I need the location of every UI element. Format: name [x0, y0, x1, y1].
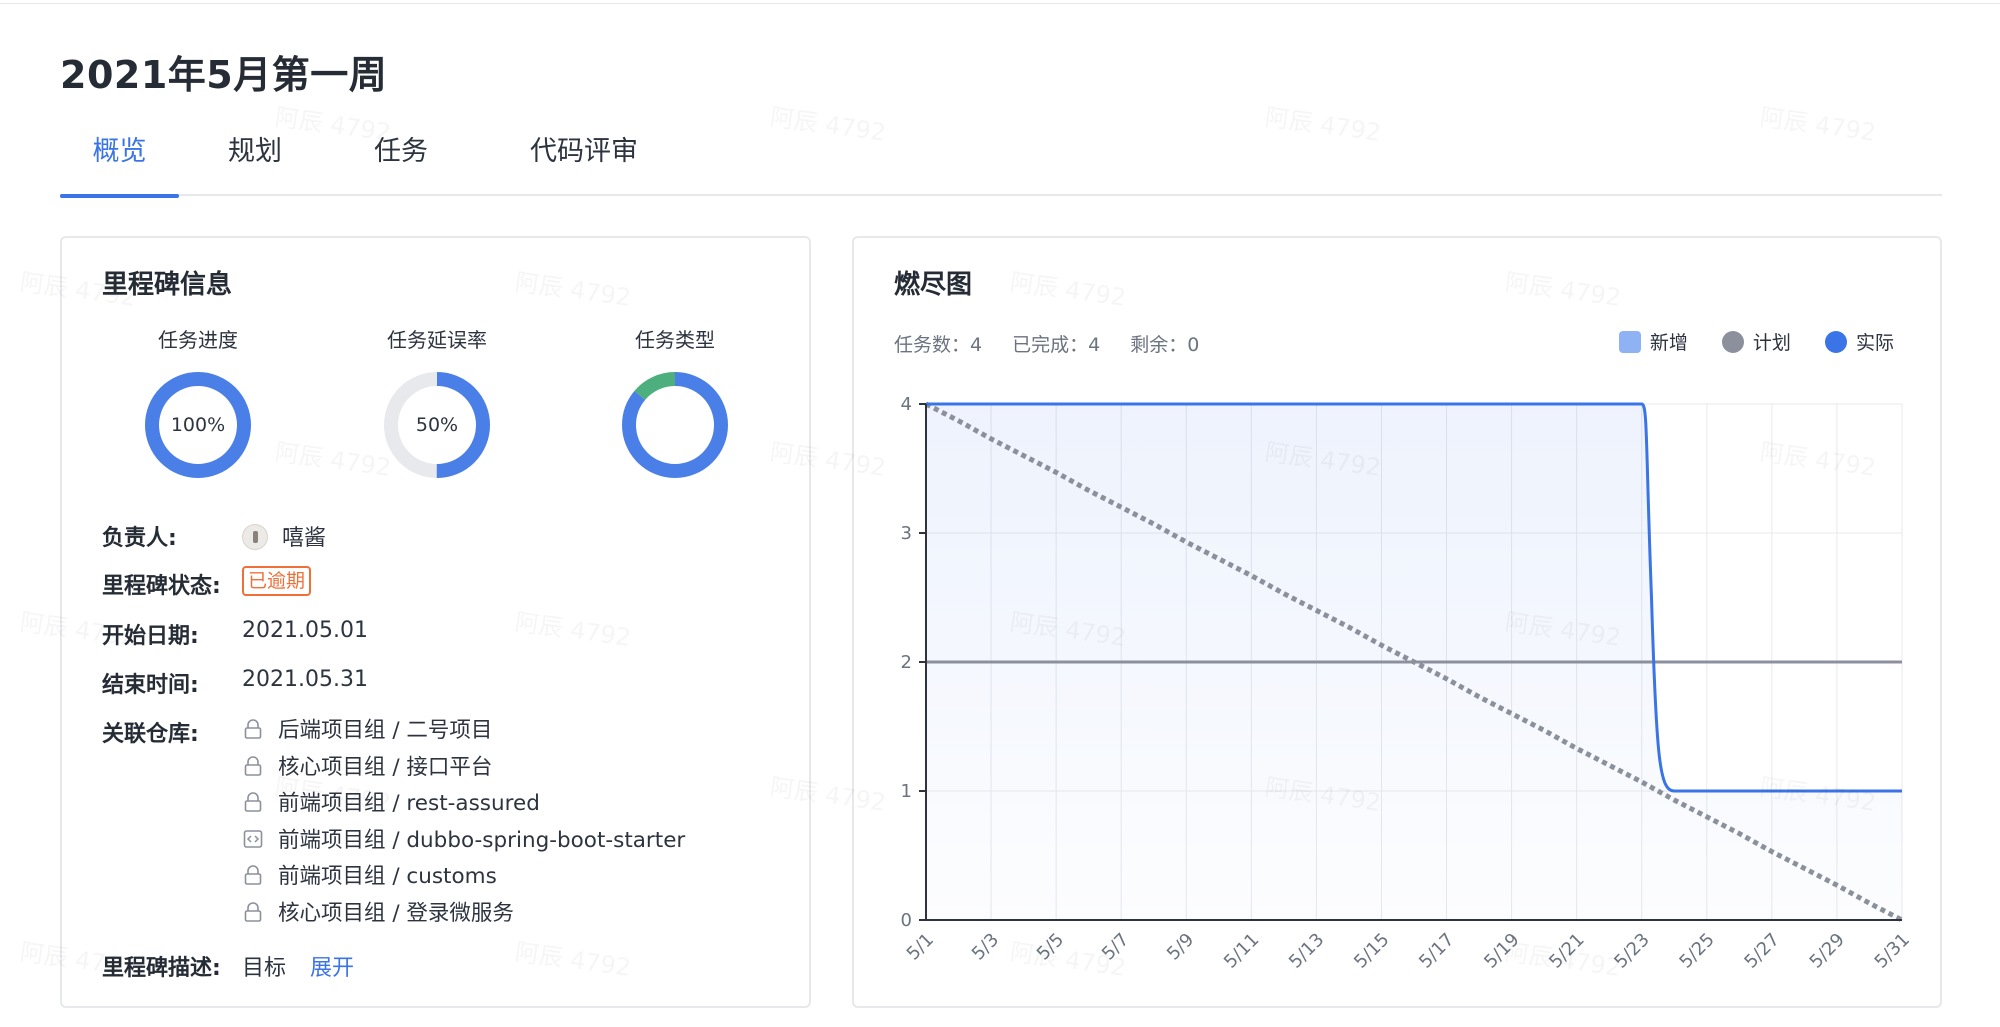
repos-label: 关联仓库: — [102, 722, 199, 747]
repo-name: 前端项目组 / dubbo-spring-boot-starter — [278, 827, 686, 853]
task-progress-block: 任务进度 100% — [98, 326, 298, 480]
end-date-value: 2021.05.31 — [242, 667, 368, 692]
x-tick-label: 5/11 — [1220, 929, 1263, 972]
end-date-label: 结束时间: — [102, 673, 199, 698]
task-type-label: 任务类型 — [635, 328, 715, 352]
x-tick-label: 5/27 — [1740, 929, 1783, 972]
repo-item[interactable]: 前端项目组 / customs — [242, 862, 685, 899]
repo-name: 前端项目组 / rest-assured — [278, 791, 540, 816]
task-type-donut — [620, 370, 730, 480]
start-date-value: 2021.05.01 — [242, 618, 368, 643]
repo-name: 核心项目组 / 登录微服务 — [278, 900, 514, 926]
x-tick-label: 5/19 — [1480, 929, 1523, 972]
task-delay-donut: 50% — [382, 370, 492, 480]
x-tick-label: 5/5 — [1033, 929, 1068, 964]
description-label: 里程碑描述: — [102, 956, 221, 981]
x-tick-label: 5/13 — [1285, 929, 1328, 972]
tab-code-review[interactable]: 代码评审 — [524, 130, 644, 196]
top-divider — [0, 3, 2000, 4]
x-tick-label: 5/7 — [1098, 929, 1133, 964]
repo-list: 后端项目组 / 二号项目 核心项目组 / 接口平台前端项目组 / rest-ass… — [242, 716, 685, 935]
repo-item[interactable]: 后端项目组 / 二号项目 — [242, 716, 685, 753]
milestone-info-title: 里程碑信息 — [102, 270, 233, 300]
task-type-block: 任务类型 — [575, 326, 775, 480]
tab-tasks[interactable]: 任务 — [366, 130, 436, 196]
y-tick-label: 3 — [901, 523, 912, 544]
y-tick-label: 4 — [901, 394, 912, 415]
task-progress-value: 100% — [170, 414, 226, 436]
tab-bar: 概览 规划 任务 代码评审 — [60, 130, 1942, 198]
x-tick-label: 5/17 — [1415, 929, 1458, 972]
status-badge: 已逾期 — [242, 566, 312, 596]
owner-name: 嘻酱 — [282, 526, 327, 551]
status-value: 已逾期 — [242, 566, 312, 596]
expand-link[interactable]: 展开 — [310, 956, 354, 981]
x-tick-label: 5/21 — [1545, 929, 1588, 972]
x-tick-label: 5/25 — [1675, 929, 1718, 972]
task-delay-label: 任务延误率 — [387, 328, 487, 352]
owner-label: 负责人: — [102, 526, 177, 551]
x-tick-label: 5/15 — [1350, 929, 1393, 972]
x-tick-label: 5/23 — [1610, 929, 1653, 972]
milestone-info-card: 里程碑信息 任务进度 100% 任务延误率 50% 任务类型 负责人: 嘻酱 里… — [60, 236, 811, 1008]
status-label: 里程碑状态: — [102, 574, 221, 599]
x-tick-label: 5/29 — [1806, 929, 1849, 972]
page-title: 2021年5月第一周 — [60, 53, 388, 97]
repo-item[interactable]: 前端项目组 / dubbo-spring-boot-starter — [242, 826, 685, 863]
task-delay-value: 50% — [415, 414, 459, 436]
task-progress-label: 任务进度 — [158, 328, 238, 352]
repo-item[interactable]: 核心项目组 / 登录微服务 — [242, 899, 685, 936]
y-tick-label: 1 — [901, 781, 912, 802]
x-tick-label: 5/1 — [903, 929, 938, 964]
lock-icon — [242, 864, 264, 886]
x-tick-label: 5/3 — [968, 929, 1003, 964]
description-text: 目标 — [242, 956, 287, 981]
repo-name: 核心项目组 / 接口平台 — [278, 754, 493, 780]
start-date-label: 开始日期: — [102, 624, 199, 649]
lock-icon — [242, 755, 264, 777]
burndown-card: 燃尽图 任务数：4 已完成：4 剩余：0 新增 计划 实际 0 1 2 3 4 5/1 5/… — [852, 236, 1942, 1008]
x-tick-label: 5/31 — [1871, 929, 1914, 972]
y-tick-label: 0 — [901, 910, 912, 931]
lock-icon — [242, 901, 264, 923]
code-icon — [242, 828, 264, 850]
owner-value: 嘻酱 — [242, 520, 326, 552]
task-delay-block: 任务延误率 50% — [337, 326, 537, 480]
repo-name: 前端项目组 / customs — [278, 864, 497, 889]
description-value: 目标 展开 — [242, 950, 354, 982]
lock-icon — [242, 718, 264, 740]
lock-icon — [242, 791, 264, 813]
repo-item[interactable]: 核心项目组 / 接口平台 — [242, 753, 685, 790]
tab-planning[interactable]: 规划 — [220, 130, 290, 196]
repo-name: 后端项目组 / 二号项目 — [278, 718, 493, 743]
burndown-chart: 0 1 2 3 4 5/1 5/3 5/5 5/7 5/9 5/11 5/13 5/15 5/17 5/19… — [901, 394, 1914, 973]
task-progress-donut: 100% — [143, 370, 253, 480]
x-tick-label: 5/9 — [1163, 929, 1198, 964]
y-tick-label: 2 — [901, 652, 912, 673]
tab-overview[interactable]: 概览 — [60, 130, 179, 198]
avatar[interactable] — [242, 524, 268, 550]
repo-item[interactable]: 前端项目组 / rest-assured — [242, 789, 685, 826]
